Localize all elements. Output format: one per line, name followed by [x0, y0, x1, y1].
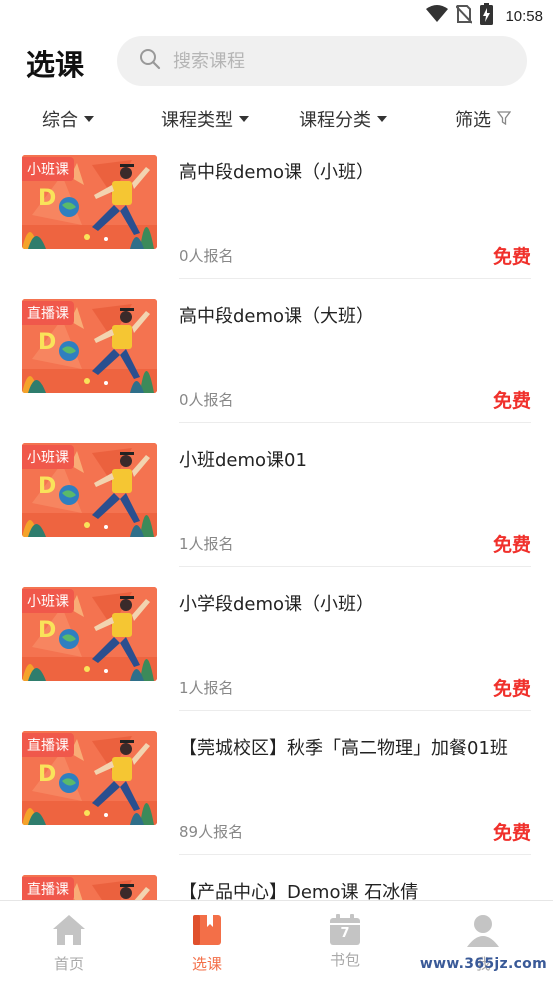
- caret-down-icon: [239, 116, 249, 122]
- enrollment-count: 0人报名: [179, 247, 234, 265]
- nav-label: 书包: [329, 951, 360, 969]
- course-type-badge: 小班课: [22, 445, 74, 469]
- row-divider: [179, 566, 531, 567]
- course-item[interactable]: D 直播课 高中段demo课（大班） 0人报名 免费: [0, 294, 553, 438]
- course-price: 免费: [492, 822, 531, 844]
- header: 选课: [0, 36, 553, 88]
- search-input[interactable]: [173, 50, 493, 72]
- filter-bar: 综合 课程类型 课程分类 筛选: [0, 100, 553, 136]
- search-box[interactable]: [117, 36, 527, 86]
- nav-bag[interactable]: 7 书包: [305, 913, 385, 970]
- course-title: 高中段demo课（小班）: [179, 162, 375, 183]
- user-icon: [465, 913, 501, 951]
- filter-screen[interactable]: 筛选: [455, 106, 512, 132]
- enrollment-count: 89人报名: [179, 823, 244, 841]
- course-thumbnail: D 小班课: [22, 443, 157, 537]
- row-divider: [179, 422, 531, 423]
- course-type-badge: 直播课: [22, 733, 74, 757]
- course-title: 小班demo课01: [179, 450, 307, 471]
- calendar-day: 7: [340, 926, 350, 941]
- course-title: 【莞城校区】秋季「高二物理」加餐01班: [179, 738, 508, 759]
- calendar-icon: 7: [328, 913, 362, 947]
- course-type-badge: 直播课: [22, 301, 74, 325]
- no-sim-icon: [455, 4, 474, 28]
- svg-text:D: D: [38, 762, 56, 787]
- course-type-badge: 小班课: [22, 157, 74, 181]
- filter-label: 筛选: [455, 110, 491, 131]
- course-thumbnail: D 小班课: [22, 587, 157, 681]
- book-icon: [190, 913, 224, 951]
- course-price: 免费: [492, 678, 531, 700]
- course-price: 免费: [492, 390, 531, 412]
- status-icons: 10:58: [426, 3, 543, 29]
- row-divider: [179, 278, 531, 279]
- course-item[interactable]: D 小班课 高中段demo课（小班） 0人报名 免费: [0, 150, 553, 294]
- caret-down-icon: [377, 116, 387, 122]
- course-thumbnail: D 小班课: [22, 155, 157, 249]
- filter-course-type[interactable]: 课程类型: [161, 106, 249, 132]
- course-thumbnail: D 直播课: [22, 875, 157, 900]
- nav-label: 首页: [53, 955, 84, 973]
- course-type-badge: 小班课: [22, 589, 74, 613]
- course-title: 【产品中心】Demo课 石冰倩: [179, 882, 419, 900]
- course-price: 免费: [492, 534, 531, 556]
- enrollment-count: 1人报名: [179, 679, 234, 697]
- row-divider: [179, 710, 531, 711]
- enrollment-count: 1人报名: [179, 535, 234, 553]
- course-title: 高中段demo课（大班）: [179, 306, 375, 327]
- filter-label: 课程类型: [161, 110, 233, 131]
- watermark-text: www.365jz.com: [419, 956, 547, 972]
- svg-text:D: D: [38, 474, 56, 499]
- course-title: 小学段demo课（小班）: [179, 594, 375, 615]
- status-time: 10:58: [505, 7, 543, 25]
- svg-text:D: D: [38, 330, 56, 355]
- course-item[interactable]: D 直播课 【产品中心】Demo课 石冰倩: [0, 870, 553, 900]
- row-divider: [179, 854, 531, 855]
- course-item[interactable]: D 直播课 【莞城校区】秋季「高二物理」加餐01班 89人报名 免费: [0, 726, 553, 870]
- filter-label: 课程分类: [299, 110, 371, 131]
- wifi-icon: [426, 5, 449, 27]
- enrollment-count: 0人报名: [179, 391, 234, 409]
- svg-text:D: D: [38, 618, 56, 643]
- nav-label: 选课: [191, 955, 222, 973]
- course-price: 免费: [492, 246, 531, 268]
- course-list: D 小班课 高中段demo课（小班） 0人报名 免费 D 直播课 高中段demo…: [0, 150, 553, 900]
- nav-courses[interactable]: 选课: [167, 913, 247, 974]
- course-type-badge: 直播课: [22, 877, 74, 900]
- course-thumbnail: D 直播课: [22, 299, 157, 393]
- course-item[interactable]: D 小班课 小学段demo课（小班） 1人报名 免费: [0, 582, 553, 726]
- page-title: 选课: [26, 48, 85, 82]
- status-bar: 10:58: [0, 0, 553, 32]
- caret-down-icon: [84, 116, 94, 122]
- nav-home[interactable]: 首页: [29, 913, 109, 974]
- filter-course-category[interactable]: 课程分类: [299, 106, 387, 132]
- course-thumbnail: D 直播课: [22, 731, 157, 825]
- filter-comprehensive[interactable]: 综合: [42, 106, 94, 132]
- svg-text:D: D: [38, 186, 56, 211]
- home-icon: [51, 913, 87, 951]
- filter-label: 综合: [42, 110, 78, 131]
- search-icon: [139, 48, 161, 74]
- battery-charging-icon: [480, 3, 494, 29]
- filter-icon: [496, 109, 512, 130]
- course-item[interactable]: D 小班课 小班demo课01 1人报名 免费: [0, 438, 553, 582]
